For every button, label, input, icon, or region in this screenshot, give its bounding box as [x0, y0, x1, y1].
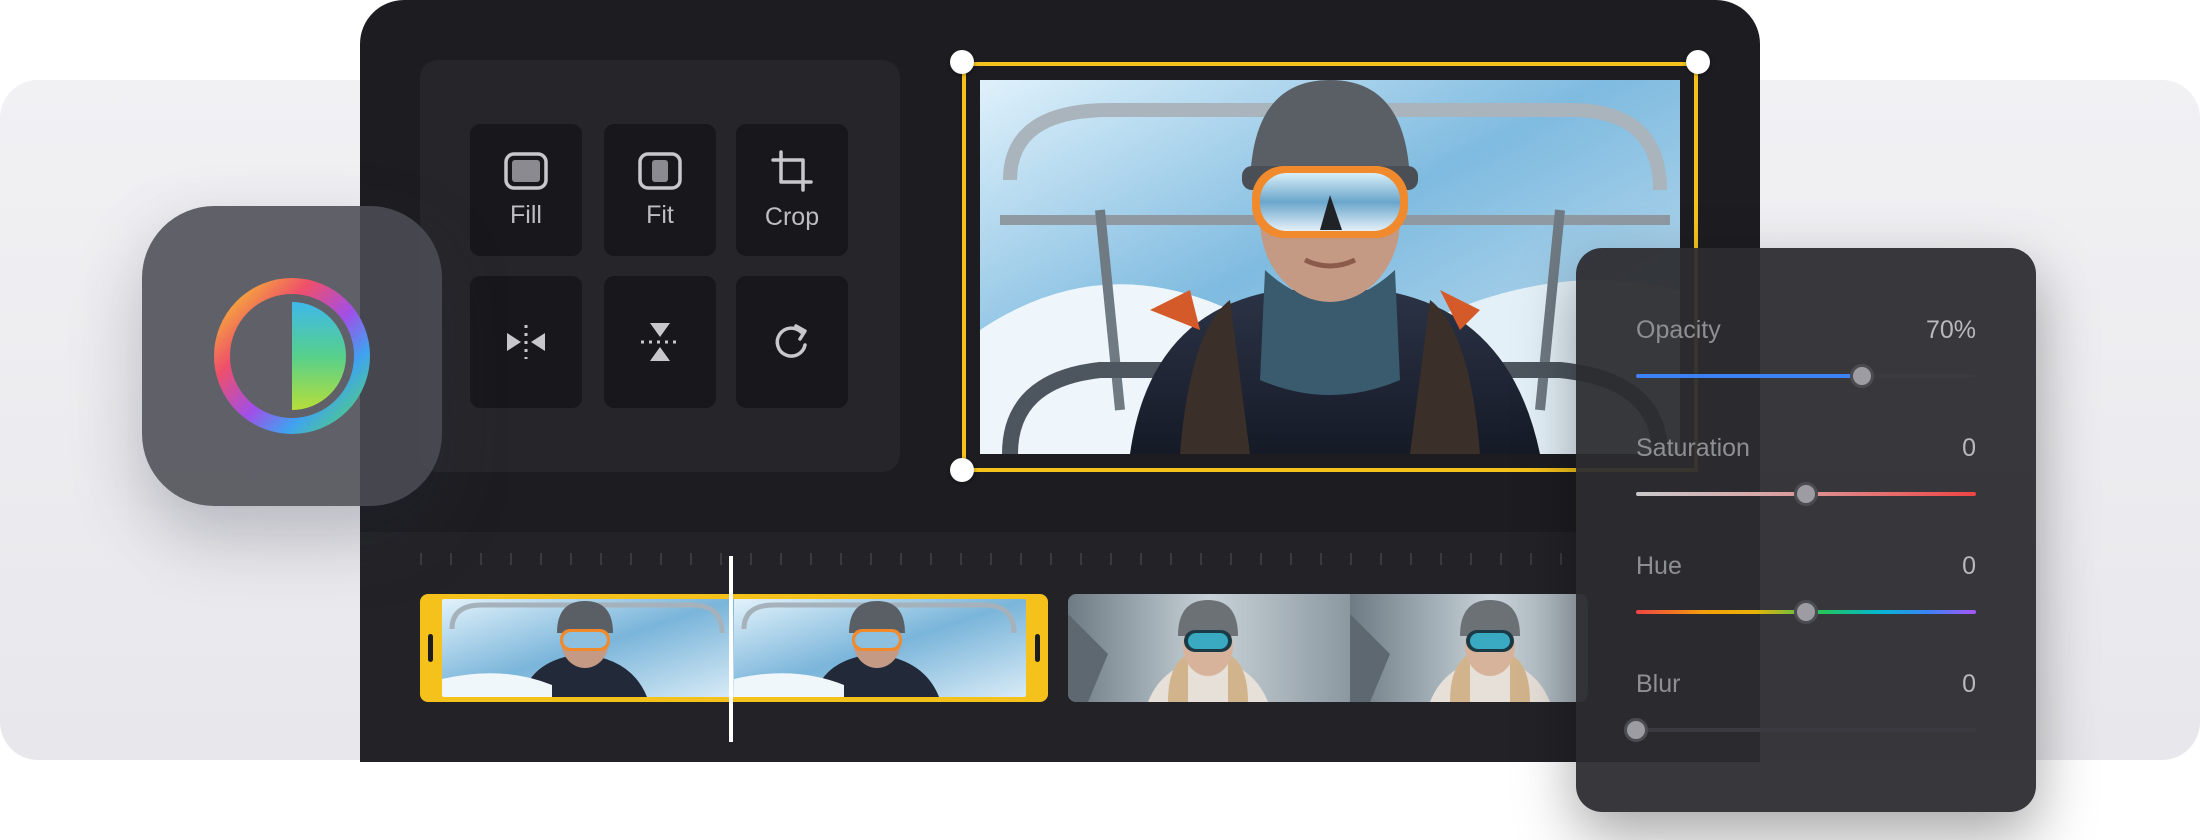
ruler-tick	[600, 553, 602, 565]
hue-slider-thumb[interactable]	[1794, 600, 1818, 624]
ruler-tick	[870, 553, 872, 565]
flip-horizontal-icon	[507, 325, 545, 359]
ruler-tick	[900, 553, 902, 565]
ruler-tick	[930, 553, 932, 565]
ruler-tick	[420, 553, 422, 565]
flip-vertical-button[interactable]	[604, 276, 716, 408]
transform-tools-panel	[420, 60, 900, 472]
ruler-tick	[750, 553, 752, 565]
ruler-tick	[480, 553, 482, 565]
ruler-tick	[1230, 553, 1232, 565]
ruler-tick	[1080, 553, 1082, 565]
fill-label: Fill	[510, 200, 542, 229]
resize-handle-top-right[interactable]	[1686, 50, 1710, 74]
clip-thumbnails	[1068, 594, 1588, 702]
ruler-tick	[660, 553, 662, 565]
crop-label: Crop	[764, 202, 820, 231]
blur-value: 0	[1962, 670, 1976, 698]
adjustments-panel: Opacity 70% Saturation 0 Hue 0 Blur 0	[1576, 248, 2036, 812]
ruler-tick	[1440, 553, 1442, 565]
ruler-tick	[1260, 553, 1262, 565]
resize-handle-bottom-left[interactable]	[950, 458, 974, 482]
opacity-label: Opacity	[1636, 316, 1721, 344]
rotate-button[interactable]	[736, 276, 848, 408]
resize-handle-top-left[interactable]	[950, 50, 974, 74]
fill-button[interactable]: Fill	[470, 124, 582, 256]
ruler-tick	[810, 553, 812, 565]
ruler-tick	[630, 553, 632, 565]
clip-thumbnails	[442, 599, 1026, 697]
rotate-icon	[775, 324, 807, 358]
ruler-tick	[1110, 553, 1112, 565]
trim-handle-left[interactable]	[428, 634, 433, 662]
ruler-tick	[450, 553, 452, 565]
crop-button[interactable]: Crop	[736, 124, 848, 256]
ruler-tick	[720, 553, 722, 565]
ruler-tick	[540, 553, 542, 565]
ruler-tick	[1020, 553, 1022, 565]
ruler-tick	[1050, 553, 1052, 565]
ruler-tick	[780, 553, 782, 565]
opacity-slider-thumb[interactable]	[1850, 364, 1874, 388]
ruler-tick	[1200, 553, 1202, 565]
color-contrast-ring-icon	[214, 278, 370, 434]
hue-value: 0	[1962, 552, 1976, 580]
ruler-tick	[1290, 553, 1292, 565]
ruler-tick	[1350, 553, 1352, 565]
ruler-tick	[1320, 553, 1322, 565]
fit-icon	[638, 151, 682, 190]
timeline-clip-selected[interactable]	[420, 594, 1048, 702]
playhead[interactable]	[729, 556, 733, 742]
ruler-tick	[1530, 553, 1532, 565]
timeline-clip[interactable]	[1068, 594, 1588, 702]
blur-slider[interactable]	[1636, 728, 1976, 732]
opacity-value: 70%	[1925, 316, 1976, 344]
saturation-value: 0	[1962, 434, 1976, 462]
hue-label: Hue	[1636, 552, 1682, 580]
ruler-tick	[1140, 553, 1142, 565]
opacity-slider-fill	[1636, 374, 1862, 378]
crop-icon	[771, 149, 813, 192]
saturation-label: Saturation	[1636, 434, 1750, 462]
ruler-tick	[1380, 553, 1382, 565]
ruler-tick	[1560, 553, 1562, 565]
fill-icon	[504, 151, 548, 190]
saturation-slider-thumb[interactable]	[1794, 482, 1818, 506]
ruler-tick	[1410, 553, 1412, 565]
ruler-tick	[960, 553, 962, 565]
ruler-tick	[1470, 553, 1472, 565]
ruler-tick	[1500, 553, 1502, 565]
blur-label: Blur	[1636, 670, 1681, 698]
ruler-tick	[1170, 553, 1172, 565]
ruler-tick	[690, 553, 692, 565]
opacity-slider[interactable]	[1636, 374, 1976, 378]
ruler-tick	[990, 553, 992, 565]
flip-vertical-icon	[641, 323, 679, 361]
fit-label: Fit	[646, 200, 674, 229]
ruler-tick	[510, 553, 512, 565]
ruler-tick	[840, 553, 842, 565]
fit-button[interactable]: Fit	[604, 124, 716, 256]
blur-slider-thumb[interactable]	[1624, 718, 1648, 742]
trim-handle-right[interactable]	[1035, 634, 1040, 662]
ruler-tick	[570, 553, 572, 565]
app-icon	[142, 206, 442, 506]
flip-horizontal-button[interactable]	[470, 276, 582, 408]
timeline-ruler	[420, 553, 1580, 567]
